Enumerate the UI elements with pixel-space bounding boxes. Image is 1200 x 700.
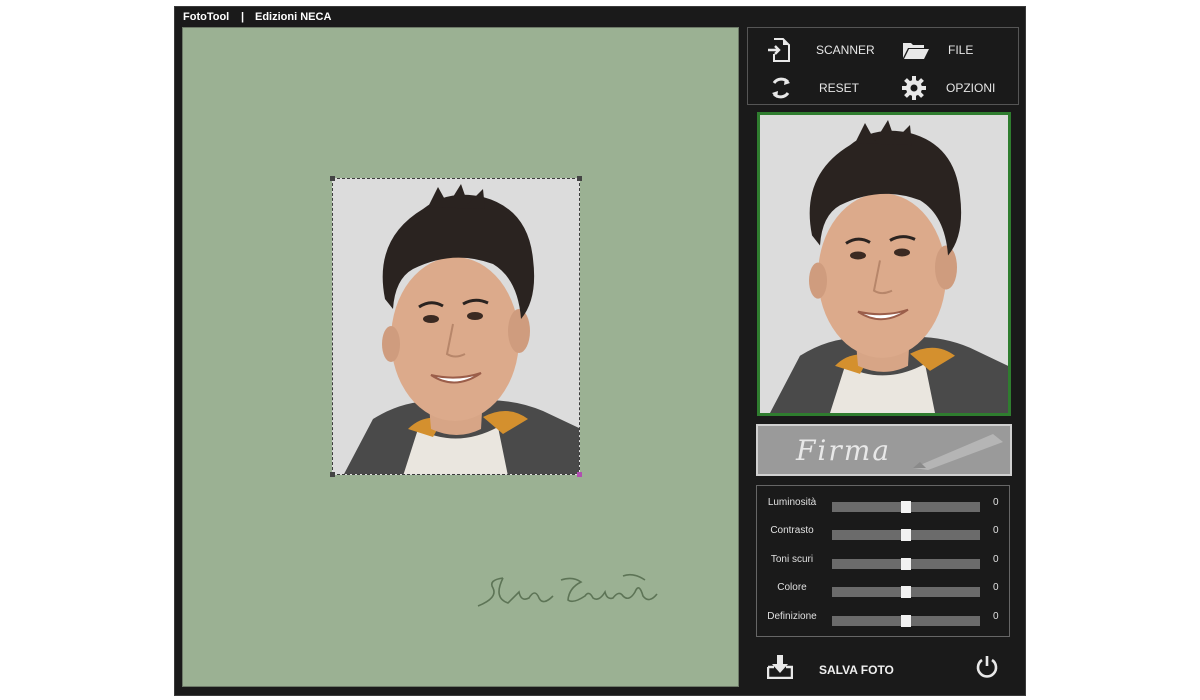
- adjustment-value: 0: [993, 582, 999, 593]
- firma-label: Firma: [796, 434, 892, 467]
- slider-thumb[interactable]: [901, 615, 911, 627]
- adjustment-value: 0: [993, 611, 999, 622]
- opzioni-button[interactable]: OPZIONI: [900, 74, 1015, 102]
- crop-selection[interactable]: [332, 178, 580, 475]
- adjustment-label: Colore: [777, 582, 807, 593]
- crop-handle-bottom-left[interactable]: [330, 472, 335, 477]
- adjustment-label: Contrasto: [770, 525, 814, 536]
- portrait-photo: [333, 179, 579, 474]
- slider-thumb[interactable]: [901, 586, 911, 598]
- app-window: FotoTool | Edizioni NECA SCANNER FILE RE…: [174, 6, 1026, 696]
- scanner-import-icon: [768, 38, 790, 62]
- adjustment-value: 0: [993, 554, 999, 565]
- definizione-slider[interactable]: [832, 615, 980, 627]
- adjustment-label: Toni scuri: [770, 554, 814, 565]
- reset-refresh-icon: [772, 77, 790, 99]
- adjustments-panel: Luminosità 0 Contrasto 0 Toni scuri 0 Co…: [756, 485, 1010, 637]
- firma-button[interactable]: Firma: [756, 424, 1012, 476]
- reset-label: RESET: [819, 81, 860, 95]
- power-icon[interactable]: [975, 655, 999, 679]
- pen-icon: [913, 434, 1003, 470]
- adjustment-value: 0: [993, 525, 999, 536]
- folder-open-icon: [903, 43, 929, 59]
- photo-canvas[interactable]: [182, 27, 739, 687]
- adjustment-label: Luminosità: [767, 497, 817, 508]
- adjustment-row: Luminosità 0: [757, 494, 1011, 514]
- toolbar: SCANNER FILE RESET OPZIONI: [747, 27, 1019, 105]
- scanner-label: SCANNER: [816, 43, 875, 57]
- slider-thumb[interactable]: [901, 529, 911, 541]
- crop-handle-bottom-right[interactable]: [577, 472, 582, 477]
- photo-preview: [757, 112, 1011, 416]
- luminosita-slider[interactable]: [832, 501, 980, 513]
- colore-slider[interactable]: [832, 586, 980, 598]
- signature-image: [477, 573, 658, 607]
- file-label: FILE: [948, 43, 974, 57]
- save-photo-button[interactable]: SALVA FOTO: [767, 651, 947, 683]
- adjustment-row: Colore 0: [757, 579, 1011, 599]
- side-panel: SCANNER FILE RESET OPZIONI Firma Luminos…: [747, 27, 1021, 689]
- adjustment-row: Definizione 0: [757, 608, 1011, 628]
- preview-portrait-image: [760, 115, 1008, 413]
- publisher-name: Edizioni NECA: [255, 11, 332, 23]
- gear-icon: [902, 76, 926, 100]
- slider-thumb[interactable]: [901, 558, 911, 570]
- app-name: FotoTool: [183, 11, 230, 23]
- crop-handle-top-left[interactable]: [330, 176, 335, 181]
- reset-button[interactable]: RESET: [768, 74, 888, 102]
- adjustment-row: Contrasto 0: [757, 522, 1011, 542]
- save-photo-label: SALVA FOTO: [819, 663, 894, 677]
- toni-scuri-slider[interactable]: [832, 558, 980, 570]
- file-button[interactable]: FILE: [900, 36, 1010, 64]
- opzioni-label: OPZIONI: [946, 81, 996, 95]
- title-separator: |: [241, 11, 245, 23]
- footer-bar: SALVA FOTO: [747, 647, 1019, 687]
- title-bar: FotoTool | Edizioni NECA: [175, 7, 1025, 27]
- slider-thumb[interactable]: [901, 501, 911, 513]
- scanner-button[interactable]: SCANNER: [768, 36, 888, 64]
- adjustment-row: Toni scuri 0: [757, 551, 1011, 571]
- crop-handle-top-right[interactable]: [577, 176, 582, 181]
- download-save-icon: [767, 655, 793, 679]
- contrasto-slider[interactable]: [832, 529, 980, 541]
- adjustment-label: Definizione: [767, 611, 817, 622]
- adjustment-value: 0: [993, 497, 999, 508]
